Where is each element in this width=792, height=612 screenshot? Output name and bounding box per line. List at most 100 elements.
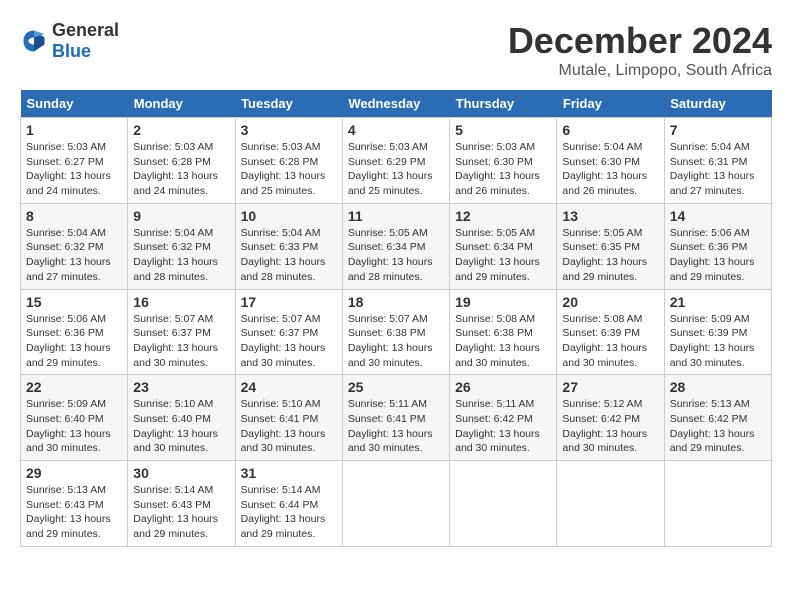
day-number: 5 <box>455 122 551 138</box>
day-number: 14 <box>670 208 766 224</box>
day-detail: Sunrise: 5:07 AMSunset: 6:38 PMDaylight:… <box>348 313 433 369</box>
day-number: 18 <box>348 294 444 310</box>
logo-blue: Blue <box>52 41 91 61</box>
calendar-cell <box>342 461 449 547</box>
calendar-cell: 28 Sunrise: 5:13 AMSunset: 6:42 PMDayligh… <box>664 375 771 461</box>
day-detail: Sunrise: 5:06 AMSunset: 6:36 PMDaylight:… <box>670 227 755 283</box>
day-detail: Sunrise: 5:04 AMSunset: 6:33 PMDaylight:… <box>241 227 326 283</box>
weekday-header-monday: Monday <box>128 90 235 118</box>
calendar-cell: 20 Sunrise: 5:08 AMSunset: 6:39 PMDayligh… <box>557 289 664 375</box>
day-number: 24 <box>241 379 337 395</box>
day-detail: Sunrise: 5:11 AMSunset: 6:41 PMDaylight:… <box>348 398 433 454</box>
day-number: 7 <box>670 122 766 138</box>
weekday-header-saturday: Saturday <box>664 90 771 118</box>
calendar-cell: 23Sunrise: 5:10 AMSunset: 6:40 PMDayligh… <box>128 375 235 461</box>
calendar-cell: 14 Sunrise: 5:06 AMSunset: 6:36 PMDayligh… <box>664 203 771 289</box>
day-detail: Sunrise: 5:08 AMSunset: 6:38 PMDaylight:… <box>455 313 540 369</box>
calendar-week-1: 1Sunrise: 5:03 AMSunset: 6:27 PMDaylight… <box>21 118 772 204</box>
calendar-cell: 9 Sunrise: 5:04 AMSunset: 6:32 PMDaylight… <box>128 203 235 289</box>
day-number: 12 <box>455 208 551 224</box>
calendar-cell: 26 Sunrise: 5:11 AMSunset: 6:42 PMDayligh… <box>450 375 557 461</box>
weekday-header-thursday: Thursday <box>450 90 557 118</box>
day-number: 19 <box>455 294 551 310</box>
calendar-week-2: 8 Sunrise: 5:04 AMSunset: 6:32 PMDaylight… <box>21 203 772 289</box>
calendar-cell: 12 Sunrise: 5:05 AMSunset: 6:34 PMDayligh… <box>450 203 557 289</box>
day-detail: Sunrise: 5:07 AMSunset: 6:37 PMDaylight:… <box>241 313 326 369</box>
logo-general: General <box>52 20 119 40</box>
logo-icon <box>20 27 48 55</box>
calendar-cell <box>557 461 664 547</box>
calendar-header-row: SundayMondayTuesdayWednesdayThursdayFrid… <box>21 90 772 118</box>
day-detail: Sunrise: 5:03 AMSunset: 6:30 PMDaylight:… <box>455 141 540 197</box>
day-number: 26 <box>455 379 551 395</box>
calendar-table: SundayMondayTuesdayWednesdayThursdayFrid… <box>20 90 772 547</box>
day-detail: Sunrise: 5:05 AMSunset: 6:34 PMDaylight:… <box>348 227 433 283</box>
day-detail: Sunrise: 5:08 AMSunset: 6:39 PMDaylight:… <box>562 313 647 369</box>
day-number: 22 <box>26 379 122 395</box>
calendar-cell: 21Sunrise: 5:09 AMSunset: 6:39 PMDayligh… <box>664 289 771 375</box>
day-number: 2 <box>133 122 229 138</box>
day-detail: Sunrise: 5:03 AMSunset: 6:29 PMDaylight:… <box>348 141 433 197</box>
calendar-cell: 22 Sunrise: 5:09 AMSunset: 6:40 PMDayligh… <box>21 375 128 461</box>
day-detail: Sunrise: 5:12 AMSunset: 6:42 PMDaylight:… <box>562 398 647 454</box>
calendar-cell <box>664 461 771 547</box>
calendar-cell: 25Sunrise: 5:11 AMSunset: 6:41 PMDayligh… <box>342 375 449 461</box>
day-detail: Sunrise: 5:07 AMSunset: 6:37 PMDaylight:… <box>133 313 218 369</box>
day-detail: Sunrise: 5:10 AMSunset: 6:40 PMDaylight:… <box>133 398 218 454</box>
calendar-cell: 11 Sunrise: 5:05 AMSunset: 6:34 PMDayligh… <box>342 203 449 289</box>
logo: General Blue <box>20 20 119 62</box>
day-number: 28 <box>670 379 766 395</box>
day-number: 31 <box>241 465 337 481</box>
weekday-header-tuesday: Tuesday <box>235 90 342 118</box>
calendar-cell: 29 Sunrise: 5:13 AMSunset: 6:43 PMDayligh… <box>21 461 128 547</box>
weekday-header-wednesday: Wednesday <box>342 90 449 118</box>
calendar-week-5: 29 Sunrise: 5:13 AMSunset: 6:43 PMDayligh… <box>21 461 772 547</box>
calendar-cell: 19 Sunrise: 5:08 AMSunset: 6:38 PMDayligh… <box>450 289 557 375</box>
day-detail: Sunrise: 5:03 AMSunset: 6:28 PMDaylight:… <box>133 141 218 197</box>
title-area: December 2024 Mutale, Limpopo, South Afr… <box>508 20 772 80</box>
calendar-body: 1Sunrise: 5:03 AMSunset: 6:27 PMDaylight… <box>21 118 772 547</box>
page-header: General Blue December 2024 Mutale, Limpo… <box>20 20 772 80</box>
day-detail: Sunrise: 5:14 AMSunset: 6:43 PMDaylight:… <box>133 484 218 540</box>
calendar-cell: 10 Sunrise: 5:04 AMSunset: 6:33 PMDayligh… <box>235 203 342 289</box>
day-number: 10 <box>241 208 337 224</box>
day-detail: Sunrise: 5:11 AMSunset: 6:42 PMDaylight:… <box>455 398 540 454</box>
calendar-week-4: 22 Sunrise: 5:09 AMSunset: 6:40 PMDayligh… <box>21 375 772 461</box>
day-number: 6 <box>562 122 658 138</box>
day-number: 11 <box>348 208 444 224</box>
day-number: 21 <box>670 294 766 310</box>
calendar-cell: 27Sunrise: 5:12 AMSunset: 6:42 PMDayligh… <box>557 375 664 461</box>
calendar-cell: 17 Sunrise: 5:07 AMSunset: 6:37 PMDayligh… <box>235 289 342 375</box>
calendar-cell: 5 Sunrise: 5:03 AMSunset: 6:30 PMDaylight… <box>450 118 557 204</box>
day-number: 20 <box>562 294 658 310</box>
day-detail: Sunrise: 5:05 AMSunset: 6:34 PMDaylight:… <box>455 227 540 283</box>
day-detail: Sunrise: 5:04 AMSunset: 6:32 PMDaylight:… <box>133 227 218 283</box>
day-detail: Sunrise: 5:13 AMSunset: 6:42 PMDaylight:… <box>670 398 755 454</box>
day-detail: Sunrise: 5:14 AMSunset: 6:44 PMDaylight:… <box>241 484 326 540</box>
day-number: 15 <box>26 294 122 310</box>
calendar-week-3: 15Sunrise: 5:06 AMSunset: 6:36 PMDayligh… <box>21 289 772 375</box>
day-detail: Sunrise: 5:03 AMSunset: 6:28 PMDaylight:… <box>241 141 326 197</box>
day-number: 13 <box>562 208 658 224</box>
day-detail: Sunrise: 5:04 AMSunset: 6:30 PMDaylight:… <box>562 141 647 197</box>
logo-text: General Blue <box>52 20 119 62</box>
calendar-cell: 2 Sunrise: 5:03 AMSunset: 6:28 PMDaylight… <box>128 118 235 204</box>
calendar-cell <box>450 461 557 547</box>
calendar-cell: 13 Sunrise: 5:05 AMSunset: 6:35 PMDayligh… <box>557 203 664 289</box>
location-title: Mutale, Limpopo, South Africa <box>508 62 772 80</box>
calendar-cell: 8Sunrise: 5:04 AMSunset: 6:32 PMDaylight… <box>21 203 128 289</box>
day-detail: Sunrise: 5:04 AMSunset: 6:31 PMDaylight:… <box>670 141 755 197</box>
weekday-header-friday: Friday <box>557 90 664 118</box>
day-detail: Sunrise: 5:05 AMSunset: 6:35 PMDaylight:… <box>562 227 647 283</box>
calendar-cell: 24Sunrise: 5:10 AMSunset: 6:41 PMDayligh… <box>235 375 342 461</box>
day-number: 17 <box>241 294 337 310</box>
day-number: 9 <box>133 208 229 224</box>
day-number: 8 <box>26 208 122 224</box>
day-detail: Sunrise: 5:03 AMSunset: 6:27 PMDaylight:… <box>26 141 111 197</box>
day-number: 29 <box>26 465 122 481</box>
day-detail: Sunrise: 5:13 AMSunset: 6:43 PMDaylight:… <box>26 484 111 540</box>
calendar-cell: 16Sunrise: 5:07 AMSunset: 6:37 PMDayligh… <box>128 289 235 375</box>
day-detail: Sunrise: 5:09 AMSunset: 6:40 PMDaylight:… <box>26 398 111 454</box>
calendar-cell: 30Sunrise: 5:14 AMSunset: 6:43 PMDayligh… <box>128 461 235 547</box>
day-number: 3 <box>241 122 337 138</box>
